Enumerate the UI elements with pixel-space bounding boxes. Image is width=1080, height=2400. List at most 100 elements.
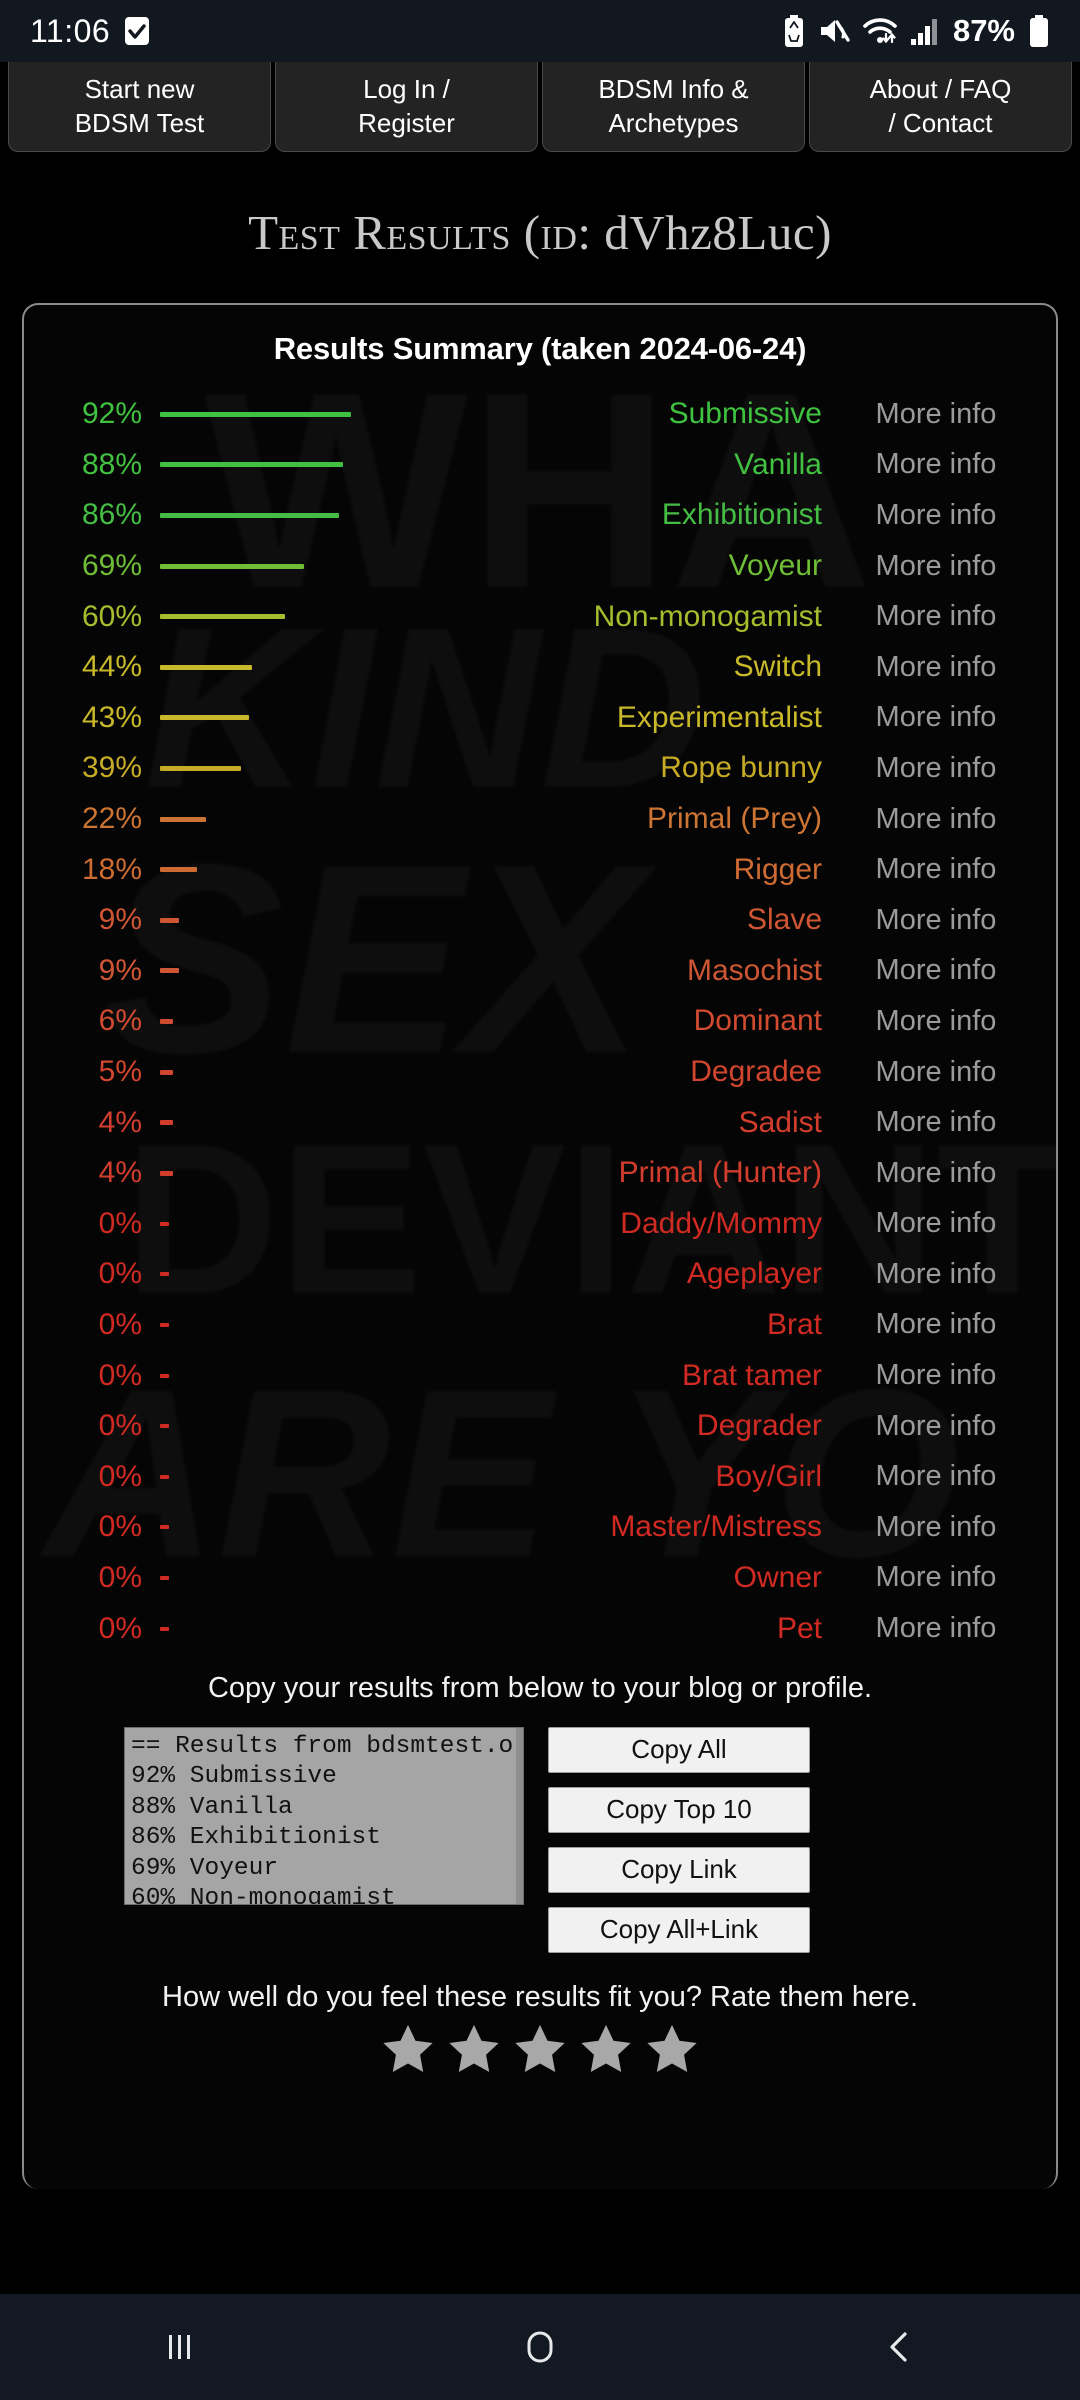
result-bar (160, 411, 351, 417)
result-percent: 4% (98, 1156, 142, 1190)
more-info-link[interactable]: More info (822, 551, 1050, 581)
nav-tab-line1: BDSM Info & (598, 74, 749, 105)
result-label: Owner (733, 1560, 822, 1594)
results-list: 92% Submissive More info 88% Vanilla More inf… (24, 389, 1056, 1654)
results-textarea[interactable]: == Results from bdsmtest.org == 92% Subm… (124, 1726, 524, 1905)
result-label: Non-monogamist (593, 599, 822, 633)
result-percent: 0% (98, 1510, 142, 1544)
more-info-link[interactable]: More info (822, 500, 1050, 530)
result-bar (160, 664, 252, 670)
result-percent: 0% (98, 1409, 142, 1443)
copy-all-button[interactable]: Copy All (548, 1726, 810, 1773)
result-percent: 88% (81, 447, 142, 481)
more-info-link[interactable]: More info (822, 450, 1050, 479)
result-bar (160, 1221, 169, 1226)
more-info-link[interactable]: More info (822, 1209, 1050, 1238)
result-bar (160, 1322, 169, 1327)
result-row: 0% Owner More info (30, 1553, 1050, 1604)
copy-all-link-button[interactable]: Copy All+Link (548, 1906, 810, 1953)
home-icon[interactable] (450, 2294, 630, 2400)
more-info-link[interactable]: More info (822, 905, 1050, 935)
rating-star[interactable] (379, 2020, 437, 2078)
more-info-link[interactable]: More info (822, 1512, 1050, 1542)
result-label: Dominant (693, 1004, 822, 1038)
more-info-link[interactable]: More info (822, 1411, 1050, 1441)
result-label: Rope bunny (660, 751, 822, 785)
result-bar (160, 867, 197, 873)
more-info-link[interactable]: More info (822, 1462, 1050, 1491)
nav-tab-login-register[interactable]: Log In / Register (275, 62, 538, 152)
result-bar-cell (142, 1170, 396, 1176)
more-info-link[interactable]: More info (822, 1108, 1050, 1137)
textarea-scrollbar[interactable] (516, 1727, 523, 1904)
result-bar (160, 563, 304, 569)
copy-link-button[interactable]: Copy Link (548, 1846, 810, 1893)
result-bar-cell (142, 563, 396, 569)
more-info-link[interactable]: More info (822, 1614, 1050, 1643)
result-bar-cell (142, 765, 396, 771)
rating-star[interactable] (511, 2020, 569, 2078)
result-row: 39% Rope bunny More info (30, 743, 1050, 794)
nav-tab-line2: Archetypes (608, 107, 739, 138)
result-bar-cell (142, 411, 396, 417)
more-info-link[interactable]: More info (822, 1563, 1050, 1592)
more-info-link[interactable]: More info (822, 1158, 1050, 1188)
top-nav-bar: Start new BDSM Test Log In / Register BD… (0, 62, 1080, 152)
results-panel-content: Results Summary (taken 2024-06-24) 92% Su… (24, 305, 1056, 2078)
result-label: Rigger (733, 852, 822, 886)
more-info-link[interactable]: More info (822, 652, 1050, 682)
result-percent: 0% (98, 1257, 142, 1291)
more-info-link[interactable]: More info (822, 855, 1050, 884)
result-bar (160, 1474, 169, 1479)
more-info-link[interactable]: More info (822, 804, 1050, 834)
copy-area: == Results from bdsmtest.org == 92% Subm… (24, 1705, 1056, 1953)
result-label: Brat tamer (681, 1358, 822, 1392)
result-row: 0% Brat tamer More info (30, 1350, 1050, 1401)
more-info-link[interactable]: More info (822, 1006, 1050, 1036)
recents-icon[interactable] (90, 2294, 270, 2400)
result-bar (160, 1575, 169, 1580)
result-label: Daddy/Mommy (620, 1206, 822, 1240)
status-bar-right: 87% (783, 13, 1050, 49)
result-bar-cell (142, 512, 396, 518)
result-bar-cell (142, 1373, 396, 1378)
rating-stars[interactable] (24, 2020, 1056, 2078)
result-label: Exhibitionist (661, 498, 822, 532)
more-info-link[interactable]: More info (822, 956, 1050, 985)
more-info-link[interactable]: More info (822, 602, 1050, 631)
android-navigation-bar (0, 2294, 1080, 2400)
copy-top-10-button[interactable]: Copy Top 10 (548, 1786, 810, 1833)
nav-tab-bdsm-info-archetypes[interactable]: BDSM Info & Archetypes (542, 62, 805, 152)
result-bar (160, 765, 241, 771)
result-percent: 22% (81, 802, 142, 836)
page-title-id-label: id (540, 205, 578, 260)
battery-saver-icon (783, 15, 805, 47)
copy-instructions: Copy your results from below to your blo… (207, 1671, 873, 1704)
result-bar-cell (142, 1018, 396, 1024)
rating-star[interactable] (643, 2020, 701, 2078)
result-bar-cell (142, 867, 396, 873)
rating-star[interactable] (577, 2020, 635, 2078)
result-bar-cell (142, 968, 396, 974)
more-info-link[interactable]: More info (822, 399, 1050, 429)
result-bar (160, 1069, 173, 1075)
back-icon[interactable] (810, 2294, 990, 2400)
nav-tab-about-faq-contact[interactable]: About / FAQ / Contact (809, 62, 1072, 152)
result-bar (160, 1373, 169, 1378)
nav-tab-line1: Start new (84, 74, 195, 105)
more-info-link[interactable]: More info (822, 1361, 1050, 1390)
rating-star[interactable] (445, 2020, 503, 2078)
result-bar-cell (142, 816, 396, 822)
result-percent: 9% (98, 953, 142, 987)
more-info-link[interactable]: More info (822, 1310, 1050, 1339)
nav-tab-line2: Register (358, 107, 455, 138)
more-info-link[interactable]: More info (822, 1057, 1050, 1087)
nav-tab-start-new-test[interactable]: Start new BDSM Test (8, 62, 271, 152)
wifi-icon (863, 17, 897, 45)
more-info-link[interactable]: More info (822, 703, 1050, 732)
more-info-link[interactable]: More info (822, 1259, 1050, 1289)
result-label: Voyeur (728, 549, 822, 583)
result-bar-cell (142, 1069, 396, 1075)
more-info-link[interactable]: More info (822, 753, 1050, 783)
nav-tab-line2: / Contact (888, 107, 993, 138)
